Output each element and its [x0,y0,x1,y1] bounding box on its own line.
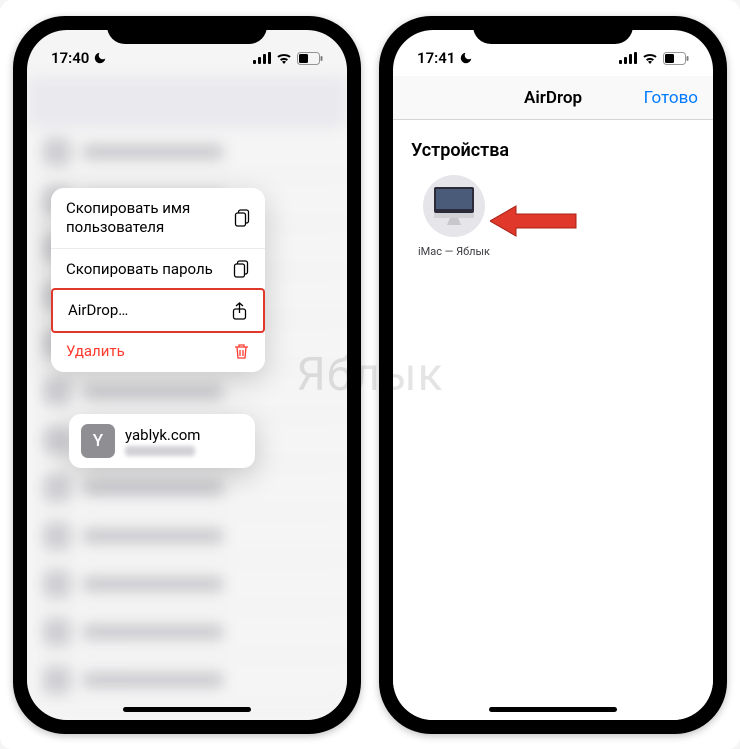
device-notch [107,16,267,44]
site-name: yablyk.com [125,426,200,444]
airdrop-header: AirDrop Готово [393,76,713,120]
airdrop-device-name: iMac — Яблык [411,245,497,258]
wifi-icon [642,52,658,64]
menu-item-label: Скопировать имя пользователя [66,199,234,237]
devices-section-title: Устройства [411,140,695,161]
menu-copy-password[interactable]: Скопировать пароль [51,249,265,291]
blurred-username [125,446,195,456]
menu-item-label: AirDrop… [68,301,128,320]
imac-icon [423,175,485,237]
status-time: 17:41 [417,49,455,67]
copy-icon [232,260,250,278]
airdrop-device[interactable]: iMac — Яблык [411,175,497,258]
home-indicator [489,707,617,712]
password-preview-card[interactable]: Y yablyk.com [69,414,255,468]
annotation-arrow-icon [490,203,580,243]
airdrop-title: AirDrop [524,88,582,108]
do-not-disturb-icon [459,51,473,65]
menu-delete[interactable]: Удалить [51,331,265,372]
menu-copy-username[interactable]: Скопировать имя пользователя [51,188,265,249]
menu-item-label: Удалить [66,342,125,361]
menu-item-label: Скопировать пароль [66,260,213,279]
context-menu: Скопировать имя пользователя Скопировать… [51,188,265,372]
device-notch [473,16,633,44]
home-indicator [123,707,251,712]
copy-icon [234,209,250,227]
share-icon [230,302,248,320]
phone-frame-left: 17:40 [13,16,361,734]
battery-icon [663,52,689,65]
phone-frame-right: 17:41 [379,16,727,734]
menu-airdrop[interactable]: AirDrop… [51,288,265,333]
done-button[interactable]: Готово [644,88,698,108]
site-avatar: Y [81,424,115,458]
cellular-signal-icon [619,52,637,64]
trash-icon [232,343,250,360]
